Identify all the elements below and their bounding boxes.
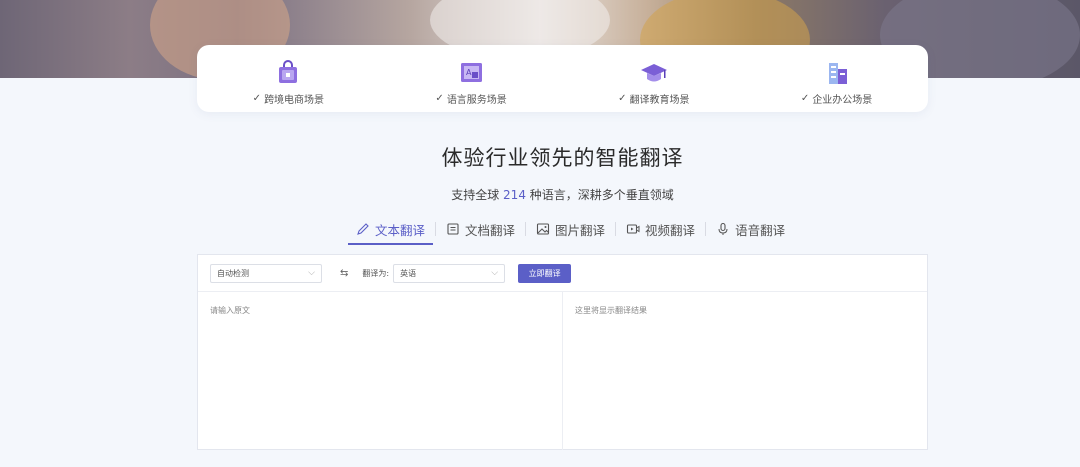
chevron-down-icon: ⌵ xyxy=(491,268,499,278)
tab-video-translation[interactable]: 视频翻译 xyxy=(616,216,705,242)
tab-voice-translation[interactable]: 语音翻译 xyxy=(706,216,795,242)
check-icon: ✓ xyxy=(618,93,627,104)
tab-label: 视频翻译 xyxy=(645,222,696,238)
tab-label: 文本翻译 xyxy=(375,222,426,238)
page-subtitle: 支持全球 214 种语言，深耕多个垂直领域 xyxy=(451,188,674,202)
translation-result-output: 这里将显示翻译结果 xyxy=(575,306,647,315)
tab-text-translation[interactable]: 文本翻译 xyxy=(346,216,435,245)
check-icon: ✓ xyxy=(435,93,444,104)
office-building-icon xyxy=(828,63,847,84)
image-icon xyxy=(536,223,550,235)
scenario-item-ecommerce[interactable]: ✓ 跨境电商场景 xyxy=(197,45,380,112)
tab-label: 语音翻译 xyxy=(735,222,786,238)
tab-label: 图片翻译 xyxy=(555,222,606,238)
check-icon: ✓ xyxy=(252,93,262,104)
tab-image-translation[interactable]: 图片翻译 xyxy=(526,216,615,242)
scenario-label: 翻译教育场景 xyxy=(629,95,690,106)
target-language-select[interactable]: 英语 ⌵ xyxy=(393,263,506,283)
scenario-item-language-service[interactable]: A ✓ 语言服务场景 xyxy=(380,45,563,112)
translator-toolbar: 自动检测 ⌵ ⇆ 翻译为: 英语 ⌵ 立即翻译 xyxy=(198,255,927,292)
source-text-input[interactable]: 请输入原文 xyxy=(198,292,563,450)
translator-text-areas: 请输入原文 这里将显示翻译结果 xyxy=(198,292,927,450)
graduation-cap-icon xyxy=(640,64,667,82)
language-service-icon: A xyxy=(461,63,483,82)
pencil-icon xyxy=(357,223,369,235)
video-icon xyxy=(626,224,640,234)
microphone-icon xyxy=(718,222,728,235)
target-language-value: 英语 xyxy=(400,268,417,278)
scenario-item-office[interactable]: ✓ 企业办公场景 xyxy=(745,45,928,112)
chevron-down-icon: ⌵ xyxy=(308,268,315,278)
swap-languages-icon[interactable]: ⇆ xyxy=(340,268,348,279)
shopping-bag-icon xyxy=(279,60,298,83)
check-icon: ✓ xyxy=(800,93,810,104)
scenario-card: ✓ 跨境电商场景 A ✓ 语言服务场景 ✓ 翻译教育场景 ✓ 企业办公场景 xyxy=(197,45,928,112)
language-count: 214 xyxy=(503,188,526,202)
document-icon xyxy=(447,223,459,235)
scenario-label: 语言服务场景 xyxy=(446,95,507,106)
scenario-item-education[interactable]: ✓ 翻译教育场景 xyxy=(563,45,746,112)
tab-label: 文档翻译 xyxy=(465,222,516,238)
tab-document-translation[interactable]: 文档翻译 xyxy=(436,216,525,242)
scenario-label: 跨境电商场景 xyxy=(264,95,325,106)
translate-now-button[interactable]: 立即翻译 xyxy=(518,263,572,283)
target-language-label: 翻译为: xyxy=(362,268,390,278)
source-language-value: 自动检测 xyxy=(217,268,249,278)
translation-mode-tabs: 文本翻译 文档翻译 图片翻译 视频翻译 语音翻译 xyxy=(346,214,795,245)
source-language-select[interactable]: 自动检测 ⌵ xyxy=(210,263,322,283)
translator-panel: 自动检测 ⌵ ⇆ 翻译为: 英语 ⌵ 立即翻译 请输入原文 这里将显示翻译结果 xyxy=(197,254,928,450)
scenario-label: 企业办公场景 xyxy=(812,95,873,106)
page-title: 体验行业领先的智能翻译 xyxy=(441,146,684,170)
svg-text:A: A xyxy=(466,68,472,77)
